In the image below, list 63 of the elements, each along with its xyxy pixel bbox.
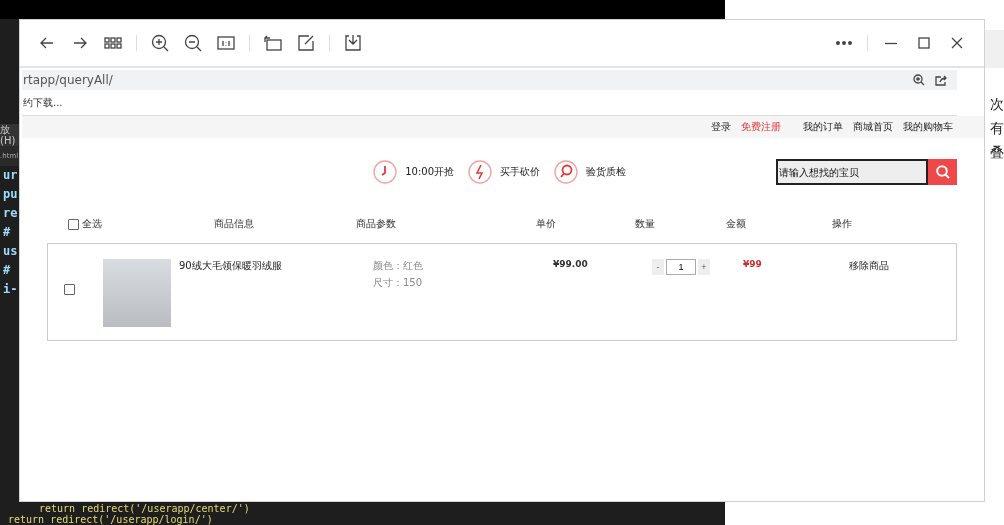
document-text: 次 — [990, 96, 1004, 114]
column-header: 金额 — [726, 217, 747, 231]
actual-size-icon — [216, 33, 236, 53]
nav-link[interactable]: 免费注册 — [741, 120, 781, 134]
column-header: 商品信息 — [214, 217, 255, 231]
rotate-icon — [263, 33, 283, 53]
url-text[interactable]: rtapp/queryAll/ — [23, 73, 113, 87]
unit-price: ¥99.00 — [553, 259, 589, 269]
code-text: # — [3, 263, 11, 278]
search-icon — [935, 165, 950, 179]
minimize-icon — [885, 41, 897, 45]
lightning-icon — [468, 160, 492, 184]
rotate-button[interactable] — [263, 33, 283, 53]
download-icon — [343, 33, 363, 53]
nav-link[interactable]: 商城首页 — [853, 120, 893, 134]
column-header: 数量 — [635, 217, 656, 231]
code-text: ur — [3, 168, 18, 183]
search-field[interactable]: 请输入想找的宝贝 — [776, 159, 928, 185]
zoom-out-button[interactable] — [183, 33, 203, 53]
clock-icon — [373, 160, 398, 184]
code-line: return redirect('/userapp/login/') — [8, 514, 213, 525]
document-text: 叠 — [990, 144, 1004, 162]
column-header: 操作 — [832, 217, 853, 231]
code-text: # — [3, 225, 11, 240]
quantity-field[interactable]: 1 — [666, 259, 696, 275]
checkbox[interactable] — [64, 284, 75, 295]
more-icon — [836, 41, 852, 45]
zoom-in-icon — [150, 33, 170, 53]
search-icon — [554, 160, 578, 184]
zoom-out-icon — [183, 33, 203, 53]
checkbox[interactable] — [68, 218, 79, 230]
search-button[interactable] — [928, 159, 957, 185]
menu-label: 放(H) — [0, 124, 19, 146]
edit-button[interactable] — [296, 33, 316, 53]
select-all-label: 全选 — [82, 217, 103, 231]
code-text: pu — [3, 187, 18, 202]
code-text: i- — [3, 282, 18, 297]
decrease-button[interactable]: - — [652, 259, 664, 275]
share-icon[interactable] — [935, 74, 947, 86]
increase-button[interactable]: + — [698, 259, 710, 275]
remove-link[interactable]: 移除商品 — [849, 259, 956, 273]
code-line: return redirect('/userapp/center/') — [39, 504, 250, 515]
column-header: 单价 — [536, 217, 557, 231]
nav-link[interactable]: 登录 — [711, 120, 731, 134]
zoom-in-button[interactable] — [150, 33, 170, 53]
nav-link[interactable]: 我的购物车 — [903, 120, 953, 134]
feature-label: 10:00开抢 — [405, 165, 454, 179]
feature-label: 验货质检 — [586, 165, 626, 179]
photo-placeholder — [103, 259, 171, 327]
document-text: 有 — [990, 120, 1004, 138]
download-button[interactable] — [343, 33, 363, 53]
zoom-icon[interactable] — [913, 74, 925, 86]
product-name[interactable]: 90绒大毛领保暖羽绒服 — [179, 259, 373, 273]
code-text: re — [3, 206, 18, 221]
total-amount: ¥99 — [743, 259, 763, 269]
feature-label: 买手砍价 — [500, 165, 540, 179]
edit-icon — [296, 33, 316, 53]
column-header: 商品参数 — [356, 217, 397, 231]
actual-size-button[interactable] — [216, 33, 236, 53]
nav-link[interactable]: 我的订单 — [803, 120, 843, 134]
product-param: 颜色：红色 — [373, 259, 424, 273]
code-text: us — [3, 244, 18, 259]
product-param: 尺寸：150 — [373, 276, 424, 290]
